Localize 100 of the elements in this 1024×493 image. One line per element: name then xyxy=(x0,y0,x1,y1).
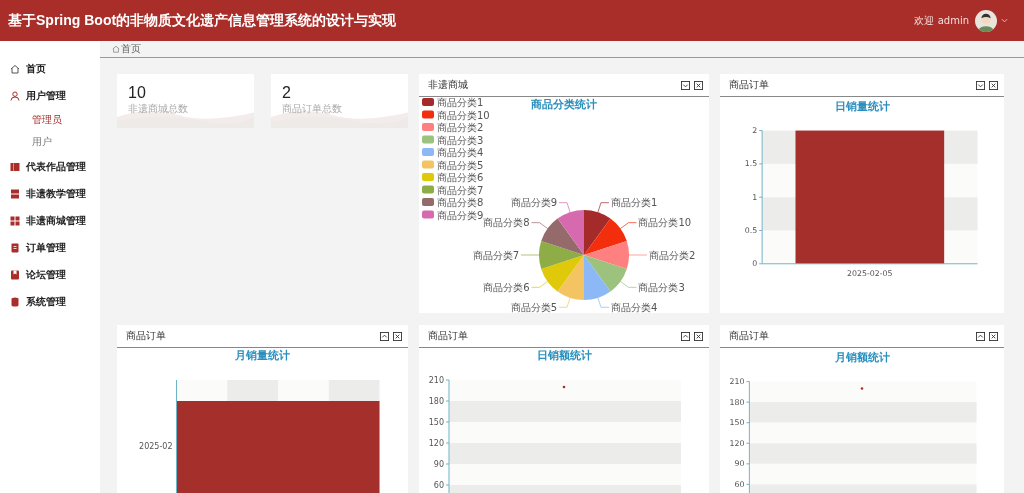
slice-label: 商品分类4 xyxy=(611,301,658,313)
close-icon[interactable] xyxy=(989,80,998,90)
sidebar-item[interactable]: 首页 xyxy=(0,55,100,82)
sidebar-item[interactable]: 系统管理 xyxy=(0,288,100,315)
chevron-up-icon[interactable] xyxy=(380,331,389,341)
legend-label[interactable]: 商品分类6 xyxy=(437,172,484,183)
y-tick-label: 60 xyxy=(433,480,444,490)
y-tick-label: 60 xyxy=(734,479,745,489)
legend-label[interactable]: 商品分类10 xyxy=(437,109,490,121)
close-icon[interactable] xyxy=(393,331,402,341)
panel-title: 商品订单 xyxy=(126,329,166,343)
chart-title: 月销量统计 xyxy=(235,349,290,362)
legend-swatch[interactable] xyxy=(422,210,434,219)
y-tick-label: 0.5 xyxy=(744,225,758,235)
slice-label: 商品分类10 xyxy=(638,217,692,229)
legend-label[interactable]: 商品分类1 xyxy=(437,97,484,108)
book-icon xyxy=(10,161,20,172)
legend-swatch[interactable] xyxy=(422,185,434,194)
legend-label[interactable]: 商品分类2 xyxy=(437,122,484,133)
y-tick-label: 180 xyxy=(428,396,444,406)
legend-swatch[interactable] xyxy=(422,135,434,144)
sidebar-item[interactable]: 非遗教学管理 xyxy=(0,180,100,207)
y-tick-label: 210 xyxy=(428,375,444,385)
x-tick-label: 2025-02-05 xyxy=(847,268,893,278)
legend-swatch[interactable] xyxy=(422,123,434,131)
legend-swatch[interactable] xyxy=(422,110,434,119)
sidebar-item[interactable]: 代表作品管理 xyxy=(0,153,100,180)
leader-line xyxy=(597,202,610,213)
slice-label: 商品分类5 xyxy=(510,301,557,313)
grid-icon xyxy=(10,215,20,226)
slice-label: 商品分类6 xyxy=(483,281,530,293)
caret-icon[interactable] xyxy=(1001,18,1008,23)
y-tick-label: 0 xyxy=(752,259,758,269)
sidebar-item[interactable]: 论坛管理 xyxy=(0,261,100,288)
leader-line xyxy=(620,281,637,288)
sidebar-item[interactable]: 订单管理 xyxy=(0,234,100,261)
chart-title: 日销额统计 xyxy=(536,349,592,362)
legend-swatch[interactable] xyxy=(422,198,434,206)
stat-value: 10 xyxy=(128,84,147,102)
y-tick-label: 2 xyxy=(752,126,758,136)
slice-label: 商品分类3 xyxy=(638,281,685,293)
chevron-down-icon[interactable] xyxy=(976,80,985,90)
leader-line xyxy=(597,297,610,308)
stat-value: 2 xyxy=(282,84,292,102)
app-title: 基于Spring Boot的非物质文化遗产信息管理系统的设计与实现 xyxy=(8,11,397,30)
sidebar-item[interactable]: 非遗商城管理 xyxy=(0,207,100,234)
leader-line xyxy=(558,297,571,308)
y-tick-label: 210 xyxy=(729,377,745,387)
y-tick-label: 120 xyxy=(428,438,444,448)
legend-swatch[interactable] xyxy=(422,98,434,106)
legend-label[interactable]: 商品分类7 xyxy=(437,184,484,196)
avatar-icon[interactable] xyxy=(975,9,997,32)
legend-label[interactable]: 商品分类5 xyxy=(437,159,484,171)
leader-line xyxy=(520,254,540,256)
home-icon xyxy=(112,45,120,53)
legend-label[interactable]: 商品分类8 xyxy=(437,197,484,208)
legend-label[interactable]: 商品分类3 xyxy=(437,134,484,146)
panel-title: 商品订单 xyxy=(729,329,769,343)
clipboard-icon xyxy=(10,242,20,253)
chevron-down-icon[interactable] xyxy=(681,80,690,90)
leader-line xyxy=(531,281,548,288)
sidebar-item[interactable]: 用户管理 xyxy=(0,82,100,109)
y-tick-label: 1 xyxy=(752,192,758,202)
legend-label[interactable]: 商品分类4 xyxy=(437,147,484,158)
data-point xyxy=(860,387,864,390)
legend-swatch[interactable] xyxy=(422,160,434,169)
y-tick-label: 150 xyxy=(428,417,444,427)
panel-title: 商品订单 xyxy=(428,329,468,343)
y-tick-label: 120 xyxy=(729,438,745,448)
legend-label[interactable]: 商品分类9 xyxy=(437,209,484,221)
chevron-up-icon[interactable] xyxy=(681,331,690,341)
legend-swatch[interactable] xyxy=(422,148,434,156)
chart-title: 日销量统计 xyxy=(834,100,890,113)
y-tick-label: 180 xyxy=(729,397,745,407)
sidebar-subitem[interactable]: 用户 xyxy=(0,131,100,153)
chart-title: 月销额统计 xyxy=(834,351,890,364)
leader-line xyxy=(628,254,648,256)
chart-title: 商品分类统计 xyxy=(531,98,597,111)
leader-line xyxy=(531,222,548,229)
close-icon[interactable] xyxy=(694,80,703,90)
database-icon xyxy=(10,296,20,307)
stacked-boxes-icon xyxy=(10,188,20,199)
panel-title: 非遗商城 xyxy=(428,78,468,92)
y-tick-label: 2025-02 xyxy=(139,442,173,451)
close-icon[interactable] xyxy=(694,331,703,341)
panel-title: 商品订单 xyxy=(729,78,769,92)
slice-label: 商品分类7 xyxy=(472,249,519,261)
chevron-up-icon[interactable] xyxy=(976,331,985,341)
y-tick-label: 1.5 xyxy=(744,159,758,169)
leader-line xyxy=(558,202,571,213)
breadcrumb-link[interactable]: 首页 xyxy=(121,42,141,56)
welcome-text: 欢迎 admin xyxy=(914,13,969,28)
legend-swatch[interactable] xyxy=(422,173,434,181)
sidebar-subitem[interactable]: 管理员 xyxy=(0,109,100,131)
slice-label: 商品分类8 xyxy=(483,217,530,229)
stat-label: 非遗商城总数 xyxy=(128,102,189,116)
slice-label: 商品分类2 xyxy=(649,249,696,261)
close-icon[interactable] xyxy=(989,331,998,341)
slice-label: 商品分类9 xyxy=(510,197,557,209)
person-icon xyxy=(10,90,20,101)
